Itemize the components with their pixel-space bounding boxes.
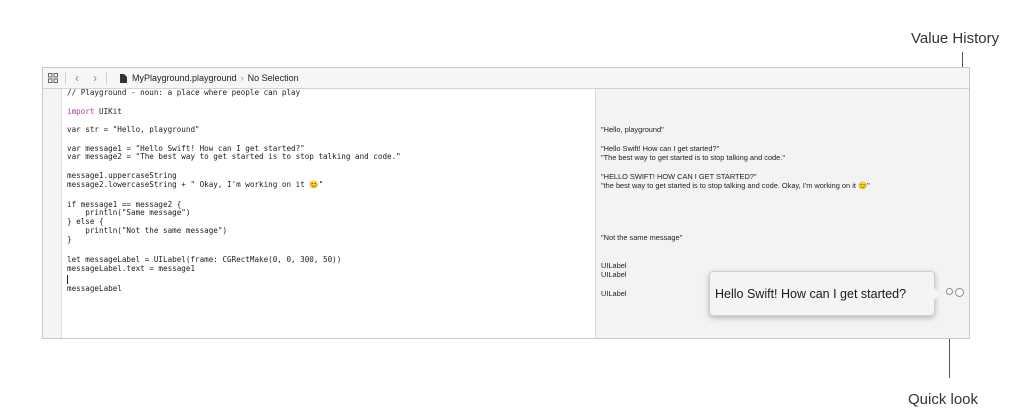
code-line-label-text: messageLabel.text = message1	[67, 264, 196, 273]
code-line-import-text: UIKit	[99, 107, 122, 116]
text-cursor	[67, 275, 68, 284]
result-uppercase[interactable]: "HELLO SWIFT! HOW CAN I GET STARTED?"	[601, 172, 757, 181]
code-line-println-same: println("Same message")	[67, 208, 191, 217]
code-line-let-label: let messageLabel = UILabel(frame: CGRect…	[67, 255, 342, 264]
breadcrumb-selection[interactable]: No Selection	[248, 73, 299, 83]
jump-bar-divider	[106, 72, 107, 84]
result-message2[interactable]: "The best way to get started is to stop …	[601, 153, 785, 162]
breadcrumb-separator: ›	[240, 73, 244, 83]
jump-bar: ‹ › MyPlayground.playground › No Selecti…	[43, 68, 969, 89]
code-line-lowercase: message2.lowercaseString + " Okay, I'm w…	[67, 180, 324, 189]
code-line-message-label: messageLabel	[67, 284, 122, 293]
code-line-else: } else {	[67, 217, 104, 226]
quick-look-popover: Hello Swift! How can I get started?	[709, 271, 941, 316]
breadcrumb-file[interactable]: MyPlayground.playground	[132, 73, 237, 83]
quick-look-callout: Quick look	[908, 391, 979, 408]
playground-file-icon	[120, 73, 127, 83]
back-arrow-icon[interactable]: ‹	[71, 72, 83, 84]
code-line-close-brace: }	[67, 235, 72, 244]
code-line-comment: // Playground - noun: a place where peop…	[67, 88, 301, 97]
forward-arrow-icon[interactable]: ›	[89, 72, 101, 84]
quick-look-text: Hello Swift! How can I get started?	[715, 286, 907, 301]
code-line-uppercase: message1.uppercaseString	[67, 171, 177, 180]
result-uilabel-3[interactable]: UILabel	[601, 289, 626, 298]
quick-look-icon[interactable]	[946, 288, 953, 295]
code-line-import: import UIKit	[67, 107, 122, 116]
code-line-str: var str = "Hello, playground"	[67, 125, 200, 134]
line-gutter	[43, 89, 62, 338]
result-uilabel-2[interactable]: UILabel	[601, 270, 626, 279]
code-editor[interactable]: // Playground - noun: a place where peop…	[62, 88, 595, 338]
result-str[interactable]: "Hello, playground"	[601, 125, 664, 134]
jump-bar-divider	[65, 72, 66, 84]
code-line-println-not-same: println("Not the same message")	[67, 226, 228, 235]
result-not-same[interactable]: "Not the same message"	[601, 233, 682, 242]
value-history-callout: Value History	[911, 30, 1000, 47]
grid-icon[interactable]	[46, 72, 60, 84]
code-line-message2: var message2 = "The best way to get star…	[67, 152, 401, 161]
result-lowercase[interactable]: "the best way to get started is to stop …	[601, 181, 870, 190]
value-history-icon[interactable]	[955, 288, 964, 297]
result-message1[interactable]: "Hello Swift! How can I get started?"	[601, 144, 719, 153]
result-uilabel-1[interactable]: UILabel	[601, 261, 626, 270]
